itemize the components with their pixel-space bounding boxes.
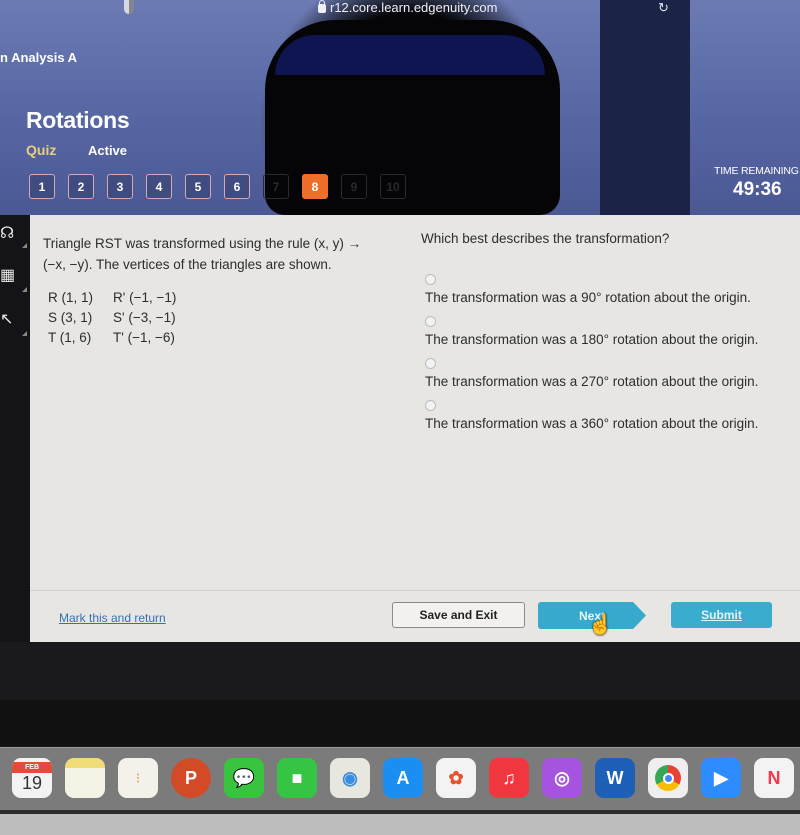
vertex-row: R (1, 1) R' (−1, −1) [48, 288, 176, 308]
zoom-app-icon[interactable]: ▶ [701, 758, 741, 798]
mark-and-return-link[interactable]: Mark this and return [59, 611, 166, 625]
course-title: n Analysis A [0, 50, 78, 65]
url-text: r12.core.learn.edgenuity.com [330, 0, 498, 15]
chrome-logo-center [662, 772, 674, 784]
background-band [275, 35, 545, 75]
image-vertex: S' (−3, −1) [113, 310, 176, 325]
question-button-6[interactable]: 6 [224, 174, 250, 199]
expand-arrow-icon[interactable] [22, 331, 27, 336]
app-store-icon[interactable]: A [383, 758, 423, 798]
question-button-2[interactable]: 2 [68, 174, 94, 199]
chrome-app-icon[interactable] [648, 758, 688, 798]
footer-divider [30, 590, 800, 591]
screen: r12.core.learn.edgenuity.com ↻ n Analysi… [0, 0, 800, 835]
original-vertex: R (1, 1) [48, 290, 94, 305]
question-card: Triangle RST was transformed using the r… [30, 215, 800, 642]
answer-option-360[interactable]: The transformation was a 360° rotation a… [425, 395, 770, 434]
question-button-1[interactable]: 1 [29, 174, 55, 199]
original-vertex: T (1, 6) [48, 330, 92, 345]
messages-app-icon[interactable]: 💬 [224, 758, 264, 798]
music-app-icon[interactable]: ♫ [489, 758, 529, 798]
calendar-app-icon[interactable]: FEB 19 [12, 758, 52, 798]
question-button-8[interactable]: 8 [302, 174, 328, 199]
option-label: The transformation was a 90° rotation ab… [425, 290, 751, 305]
option-label: The transformation was a 360° rotation a… [425, 416, 759, 431]
original-vertex: S (3, 1) [48, 310, 93, 325]
facetime-app-icon[interactable]: ■ [277, 758, 317, 798]
chrome-logo [655, 765, 681, 791]
question-button-10: 10 [380, 174, 406, 199]
podcasts-app-icon[interactable]: ◎ [542, 758, 582, 798]
option-label: The transformation was a 180° rotation a… [425, 332, 759, 347]
timer-label: TIME REMAINING [714, 165, 799, 177]
question-button-5[interactable]: 5 [185, 174, 211, 199]
calculator-icon[interactable]: ▦ [0, 265, 15, 285]
vertex-row: T (1, 6) T' (−1, −6) [48, 328, 176, 348]
image-vertex: T' (−1, −6) [113, 330, 175, 345]
answer-option-270[interactable]: The transformation was a 270° rotation a… [425, 353, 770, 392]
radio-button[interactable] [425, 274, 436, 285]
reminders-app-icon[interactable]: ⋮ [118, 758, 158, 798]
submit-button[interactable]: Submit [671, 602, 772, 628]
image-vertex: R' (−1, −1) [113, 290, 177, 305]
dock: FEB 19 ⋮ P 💬 ■ ◉ A ✿ ♫ ◎ W ▶ N [0, 747, 800, 810]
reload-icon[interactable]: ↻ [658, 0, 669, 16]
photos-app-icon[interactable]: ✿ [436, 758, 476, 798]
bezel-shadow [0, 700, 800, 746]
desktop-strip [0, 810, 800, 835]
answer-option-180[interactable]: The transformation was a 180° rotation a… [425, 311, 770, 350]
pin-icon[interactable]: ↖ [0, 309, 13, 329]
question-button-4[interactable]: 4 [146, 174, 172, 199]
question-text: Which best describes the transformation? [421, 231, 670, 246]
lock-icon [318, 0, 326, 13]
powerpoint-app-icon[interactable]: P [171, 758, 211, 798]
question-navigator: 1 2 3 4 5 6 7 8 9 10 [29, 174, 406, 199]
dock-items: FEB 19 ⋮ P 💬 ■ ◉ A ✿ ♫ ◎ W ▶ N [12, 758, 794, 798]
calendar-month: FEB [12, 762, 52, 773]
vertex-list: R (1, 1) R' (−1, −1) S (3, 1) S' (−3, −1… [48, 288, 176, 348]
privacy-shield-icon [124, 0, 134, 14]
address-bar[interactable]: r12.core.learn.edgenuity.com [318, 0, 498, 15]
activity-type: Quiz [26, 142, 57, 158]
question-prompt: Triangle RST was transformed using the r… [43, 236, 362, 272]
radio-button[interactable] [425, 316, 436, 327]
maps-app-icon[interactable]: ◉ [330, 758, 370, 798]
option-label: The transformation was a 270° rotation a… [425, 374, 759, 389]
answer-options: The transformation was a 90° rotation ab… [425, 266, 770, 434]
notes-app-icon[interactable] [65, 758, 105, 798]
save-and-exit-button[interactable]: Save and Exit [392, 602, 525, 628]
calendar-day: 19 [21, 773, 43, 793]
expand-arrow-icon[interactable] [22, 243, 27, 248]
radio-button[interactable] [425, 358, 436, 369]
answer-option-90[interactable]: The transformation was a 90° rotation ab… [425, 269, 770, 308]
word-app-icon[interactable]: W [595, 758, 635, 798]
question-button-9: 9 [341, 174, 367, 199]
news-app-icon[interactable]: N [754, 758, 794, 798]
headphones-icon[interactable]: ☊ [0, 223, 14, 243]
lesson-title: Rotations [26, 107, 130, 133]
activity-status: Active [88, 143, 128, 158]
expand-arrow-icon[interactable] [22, 287, 27, 292]
vertex-row: S (3, 1) S' (−3, −1) [48, 308, 176, 328]
hand-cursor-icon: ☝ [588, 614, 613, 636]
question-button-3[interactable]: 3 [107, 174, 133, 199]
timer-value: 49:36 [733, 179, 782, 200]
question-button-7: 7 [263, 174, 289, 199]
radio-button[interactable] [425, 400, 436, 411]
